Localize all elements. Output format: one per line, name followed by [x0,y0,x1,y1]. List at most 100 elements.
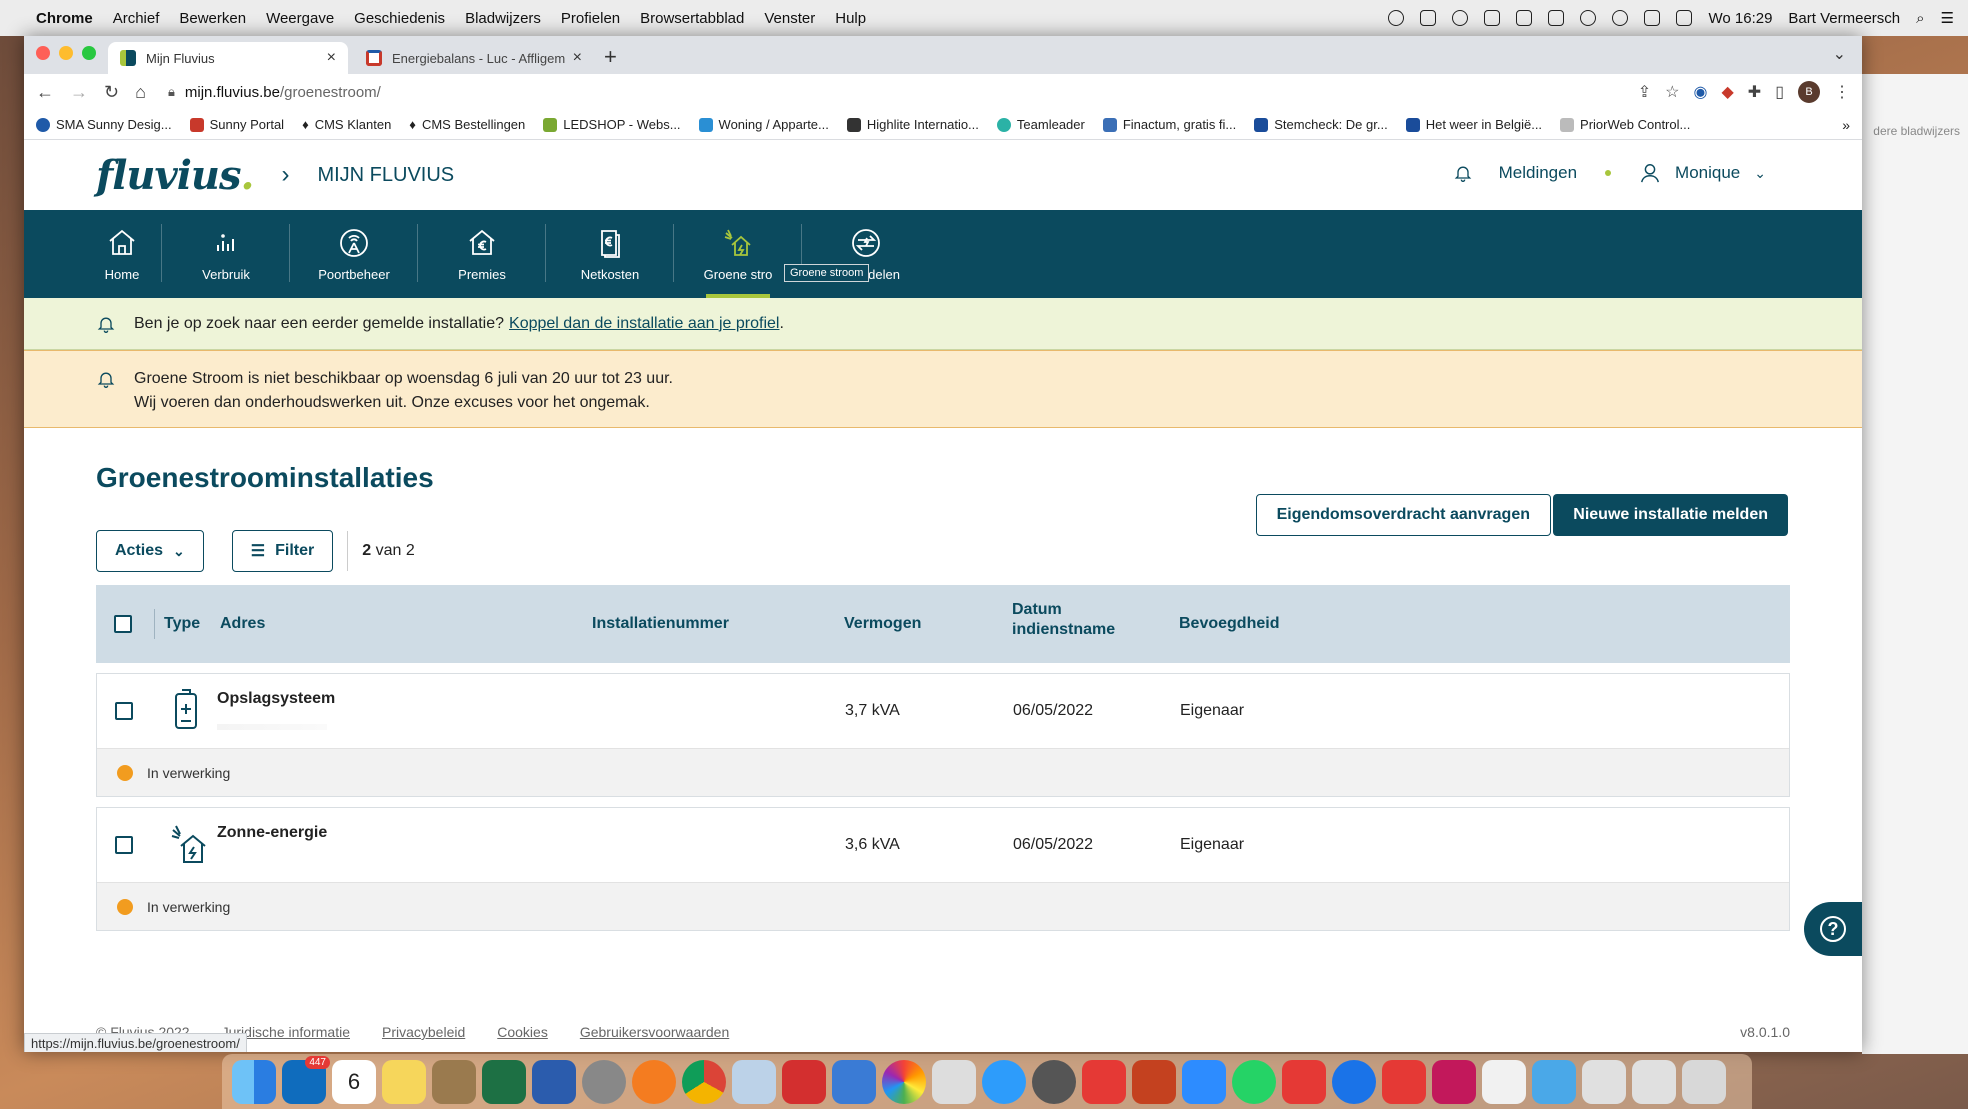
new-tab-icon[interactable]: + [604,44,617,70]
user-icon[interactable] [1639,162,1661,184]
back-arrow-icon[interactable]: ← [36,82,54,103]
photos-icon[interactable] [882,1059,926,1104]
notebook-icon[interactable] [432,1059,476,1104]
notifications-link[interactable]: Meldingen [1499,163,1577,183]
menu-chrome[interactable]: Chrome [36,10,93,27]
menu-bladwijzers[interactable]: Bladwijzers [465,10,541,27]
close-tab-icon[interactable]: × [327,49,336,67]
dropbox-tray-icon[interactable] [1420,10,1437,26]
wifi-tray-icon[interactable] [1644,10,1661,26]
display-tray-icon[interactable] [1548,10,1565,26]
new-installation-button[interactable]: Nieuwe installatie melden [1553,494,1788,536]
display-app-icon[interactable] [1432,1059,1476,1104]
minimize-window-button[interactable] [59,46,73,60]
bookmark-item[interactable]: Teamleader [996,117,1085,132]
link-installation-link[interactable]: Koppel dan de installatie aan je profiel [509,315,779,333]
row-checkbox[interactable] [115,836,133,854]
chrome-menu-icon[interactable]: ⋮ [1834,82,1850,102]
actions-dropdown[interactable]: Acties ⌄ [96,530,204,572]
tab-search-chevron-icon[interactable]: ⌄ [1833,44,1846,64]
filter-button[interactable]: ☰ Filter [231,530,334,572]
menu-bewerken[interactable]: Bewerken [179,10,246,27]
menubar-user[interactable]: Bart Vermeersch [1788,10,1900,27]
word-icon[interactable] [532,1059,576,1104]
menu-weergave[interactable]: Weergave [266,10,334,27]
nav-poortbeheer[interactable]: Poortbeheer [290,210,418,298]
screenshots-icon[interactable] [1582,1059,1626,1104]
whatsapp-icon[interactable] [1232,1059,1276,1104]
reload-icon[interactable]: ↻ [104,82,119,103]
menu-geschiedenis[interactable]: Geschiedenis [354,10,445,27]
bookmark-item[interactable]: ♦ CMS Bestellingen [409,117,525,132]
document-icon[interactable] [1482,1059,1526,1104]
bookmark-item[interactable]: Finactum, gratis fi... [1102,117,1236,132]
row-checkbox[interactable] [115,702,133,720]
profile-avatar[interactable]: B [1798,81,1820,103]
nav-netkosten[interactable]: Netkosten [546,210,674,298]
bookmark-item[interactable]: ♦ CMS Klanten [302,117,391,132]
chrome-icon[interactable] [682,1059,726,1104]
network-tray-icon[interactable] [1516,10,1533,26]
menu-hulp[interactable]: Hulp [835,10,866,27]
folder-icon[interactable] [1532,1059,1576,1104]
column-type[interactable]: Type [164,614,200,634]
outlook-icon[interactable]: 447 [282,1055,330,1104]
finder-icon[interactable] [232,1059,276,1104]
address-bar[interactable]: 🔒︎ mijn.fluvius.be/groenestroom/ [162,77,1622,107]
menu-venster[interactable]: Venster [764,10,815,27]
chevron-down-icon[interactable]: ⌄ [1754,165,1766,182]
messages-icon[interactable] [982,1059,1026,1104]
bookmark-star-icon[interactable]: ☆ [1665,82,1679,102]
nav-home[interactable]: Home [82,210,162,298]
bell-icon[interactable] [1453,163,1473,183]
eject-tray-icon[interactable] [1676,10,1693,26]
trash-icon[interactable] [1682,1059,1726,1104]
bookmark-item[interactable]: Stemcheck: De gr... [1254,117,1388,132]
password-manager-tray-icon[interactable] [1388,10,1405,26]
sketchup-icon[interactable] [1032,1059,1076,1104]
forward-arrow-icon[interactable]: → [70,82,88,103]
bookmark-item[interactable]: SMA Sunny Desig... [36,117,172,132]
1password-icon[interactable] [1332,1059,1376,1104]
installation-name[interactable]: Zonne-energie [217,824,327,842]
password-extension-icon[interactable]: ◉ [1694,82,1708,102]
calendar-icon[interactable]: 6 [332,1059,376,1104]
notification-extension-icon[interactable]: ◆ [1721,82,1733,102]
column-date[interactable]: Datum indienstname [1012,600,1115,640]
bookmark-item[interactable]: PriorWeb Control... [1560,117,1690,132]
vpn-tray-icon[interactable] [1452,10,1469,26]
close-tab-icon[interactable]: × [573,49,582,67]
menu-profielen[interactable]: Profielen [561,10,620,27]
acrobat-icon[interactable] [782,1059,826,1104]
extensions-puzzle-icon[interactable]: ✚ [1748,82,1761,102]
more-bookmarks-icon[interactable]: » [1842,117,1850,133]
launchpad-icon[interactable] [582,1059,626,1104]
stickies-icon[interactable] [382,1059,426,1104]
zoom-icon[interactable] [1182,1059,1226,1104]
nav-premies[interactable]: Premies [418,210,546,298]
tab-mijn-fluvius[interactable]: Mijn Fluvius × [108,42,348,74]
column-installation-number[interactable]: Installatienummer [592,614,729,634]
bookmark-item[interactable]: Sunny Portal [189,117,284,132]
time-machine-tray-icon[interactable] [1580,10,1597,26]
speedtest-icon[interactable] [1082,1059,1126,1104]
nav-groene-stroom[interactable]: Groene stro [674,210,802,298]
user-menu[interactable]: Monique [1675,163,1740,183]
installation-name[interactable]: Opslagsysteem [217,690,335,708]
speedtest-alt-icon[interactable] [1382,1059,1426,1104]
select-all-checkbox[interactable] [114,615,132,633]
close-window-button[interactable] [36,46,50,60]
footer-link-terms[interactable]: Gebruikersvoorwaarden [580,1024,729,1040]
column-power[interactable]: Vermogen [844,614,921,634]
powerpoint-icon[interactable] [1132,1059,1176,1104]
preview-icon[interactable] [732,1059,776,1104]
b-app-tray-icon[interactable] [1484,10,1501,26]
b-app-icon[interactable] [1282,1059,1326,1104]
nav-verbruik[interactable]: Verbruik [162,210,290,298]
footer-link-privacy[interactable]: Privacybeleid [382,1024,465,1040]
table-row[interactable]: Zonne-energie 3,6 kVA 06/05/2022 Eigenaa… [96,807,1790,931]
control-center-icon[interactable]: ☰ [1941,9,1954,27]
ownership-transfer-button[interactable]: Eigendomsoverdracht aanvragen [1255,494,1551,536]
app-title[interactable]: MIJN FLUVIUS [317,164,454,187]
lock-icon[interactable]: 🔒︎ [168,84,175,100]
